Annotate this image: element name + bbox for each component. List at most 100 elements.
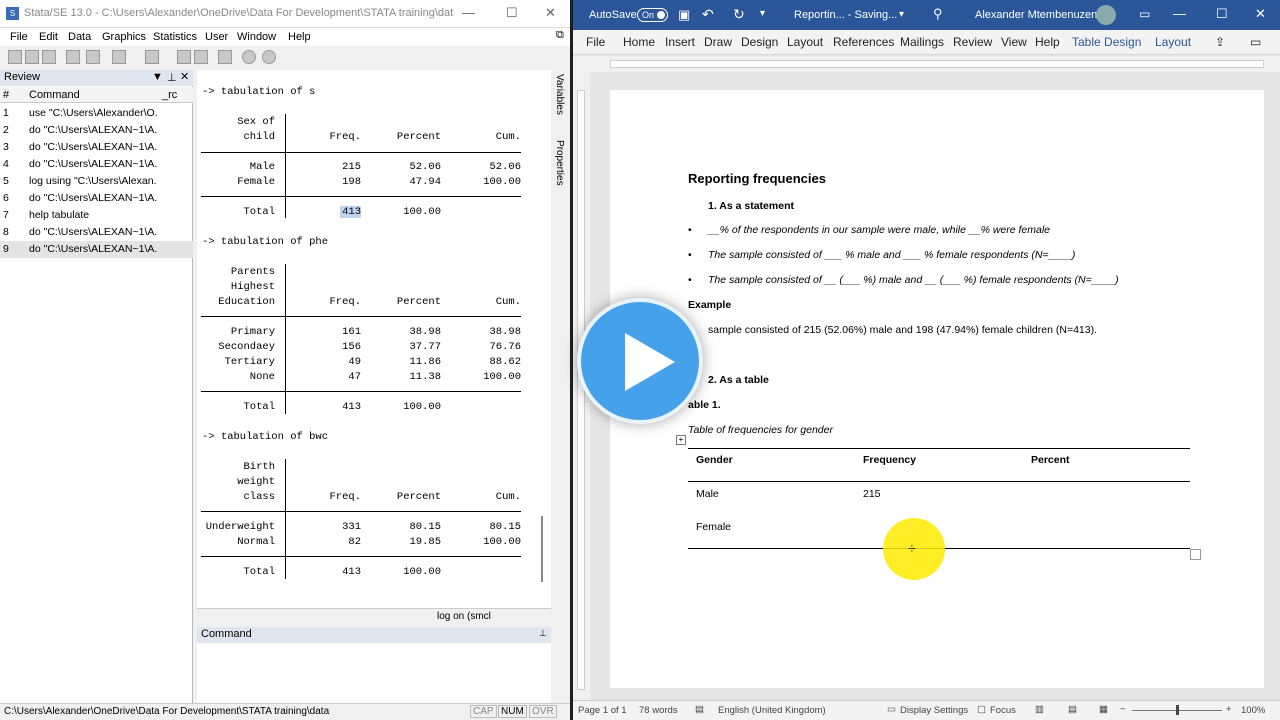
play-button[interactable] xyxy=(577,298,703,424)
total-freq-selected[interactable]: 413 xyxy=(340,206,361,218)
search-icon[interactable]: ⚲ xyxy=(933,6,943,22)
tab-table-design[interactable]: Table Design xyxy=(1072,35,1141,49)
ribbon-display-icon[interactable]: ▭ xyxy=(1139,7,1150,21)
redo-icon[interactable]: ↻ xyxy=(733,6,745,23)
review-row[interactable]: 7 help tabulate xyxy=(0,207,193,224)
zoom-level[interactable]: 100% xyxy=(1241,705,1265,716)
results-window[interactable]: -> tabulation of s Sex of child Freq. Pe… xyxy=(197,70,551,608)
proofing-icon[interactable]: ▤ xyxy=(695,704,704,715)
autosave-toggle[interactable]: On xyxy=(637,8,668,22)
zoom-in-icon[interactable]: + xyxy=(1226,704,1232,715)
table-cell[interactable]: Female xyxy=(696,521,731,533)
tab-view[interactable]: View xyxy=(1001,35,1027,49)
language[interactable]: English (United Kingdom) xyxy=(718,705,826,716)
menu-window[interactable]: Window xyxy=(237,31,276,43)
log-icon[interactable] xyxy=(66,50,80,64)
review-row[interactable]: 2 do "C:\Users\ALEXAN~1\A... xyxy=(0,122,193,139)
viewer-icon[interactable] xyxy=(86,50,100,64)
document-title[interactable]: Reportin... - Saving... xyxy=(794,9,897,21)
data-editor-icon[interactable] xyxy=(177,50,191,64)
horizontal-ruler[interactable] xyxy=(573,56,1280,72)
menu-edit[interactable]: Edit xyxy=(39,31,58,43)
tab-review[interactable]: Review xyxy=(953,35,992,49)
restore-icon[interactable]: ⧉ xyxy=(556,29,564,42)
command-input[interactable] xyxy=(197,643,551,703)
tab-insert[interactable]: Insert xyxy=(665,35,695,49)
review-row[interactable]: 5 log using "C:\Users\Alexan... xyxy=(0,173,193,190)
review-row[interactable]: 6 do "C:\Users\ALEXAN~1\A... xyxy=(0,190,193,207)
results-scrollbar[interactable] xyxy=(541,516,543,582)
col-number[interactable]: # xyxy=(3,89,9,101)
review-row[interactable]: 3 do "C:\Users\ALEXAN~1\A... xyxy=(0,139,193,156)
tab-design[interactable]: Design xyxy=(741,35,778,49)
close-panel-icon[interactable]: ✕ xyxy=(180,70,189,83)
pin-icon[interactable]: ⊥ xyxy=(539,628,547,639)
close-icon[interactable]: ✕ xyxy=(545,5,556,21)
save-icon[interactable] xyxy=(25,50,39,64)
col-rc[interactable]: _rc xyxy=(162,89,177,101)
data-browser-icon[interactable] xyxy=(194,50,208,64)
document-page[interactable]: Reporting frequencies 1. As a statement … xyxy=(610,90,1264,688)
page-count[interactable]: Page 1 of 1 xyxy=(578,705,627,716)
zoom-thumb[interactable] xyxy=(1176,705,1179,715)
variables-manager-icon[interactable] xyxy=(218,50,232,64)
menu-help[interactable]: Help xyxy=(288,31,311,43)
open-icon[interactable] xyxy=(8,50,22,64)
review-row[interactable]: 1 use "C:\Users\Alexander\O... xyxy=(0,105,193,122)
focus-mode[interactable]: Focus xyxy=(990,705,1016,716)
focus-icon[interactable]: ▢ xyxy=(977,704,986,715)
chevron-down-icon[interactable]: ▾ xyxy=(899,9,904,20)
share-icon[interactable]: ⇪ xyxy=(1215,35,1225,49)
total-percent: 100.00 xyxy=(403,566,441,578)
close-icon[interactable]: ✕ xyxy=(1255,6,1266,22)
display-settings-icon[interactable]: ▭ xyxy=(887,704,896,715)
minimize-icon[interactable]: — xyxy=(1173,6,1186,21)
print-layout-icon[interactable]: ▤ xyxy=(1068,704,1077,715)
tab-properties[interactable]: Properties xyxy=(554,140,565,186)
undo-icon[interactable]: ↶ xyxy=(702,6,714,23)
menu-user[interactable]: User xyxy=(205,31,228,43)
zoom-out-icon[interactable]: − xyxy=(1120,704,1126,715)
review-row[interactable]: 4 do "C:\Users\ALEXAN~1\A... xyxy=(0,156,193,173)
break-icon[interactable] xyxy=(262,50,276,64)
tab-draw[interactable]: Draw xyxy=(704,35,732,49)
web-layout-icon[interactable]: ▦ xyxy=(1099,704,1108,715)
word-count[interactable]: 78 words xyxy=(639,705,678,716)
tab-home[interactable]: Home xyxy=(623,35,655,49)
print-icon[interactable] xyxy=(42,50,56,64)
table-cell[interactable]: Male xyxy=(696,488,719,500)
col-command[interactable]: Command xyxy=(29,89,80,101)
customize-icon[interactable]: ▾ xyxy=(760,8,765,19)
menu-data[interactable]: Data xyxy=(68,31,91,43)
menu-statistics[interactable]: Statistics xyxy=(153,31,197,43)
tab-references[interactable]: References xyxy=(833,35,894,49)
tab-help[interactable]: Help xyxy=(1035,35,1060,49)
user-name[interactable]: Alexander Mtembenuzeni xyxy=(975,9,1100,21)
menu-file[interactable]: File xyxy=(10,31,28,43)
table-resize-handle[interactable] xyxy=(1190,549,1201,560)
minimize-icon[interactable]: — xyxy=(462,5,475,20)
comments-icon[interactable]: ▭ xyxy=(1250,35,1261,49)
menu-graphics[interactable]: Graphics xyxy=(102,31,146,43)
review-row[interactable]: 8 do "C:\Users\ALEXAN~1\A... xyxy=(0,224,193,241)
tab-layout[interactable]: Layout xyxy=(787,35,823,49)
display-settings[interactable]: Display Settings xyxy=(900,705,968,716)
table-cell[interactable]: 215 xyxy=(863,488,881,500)
save-icon[interactable]: ▣ xyxy=(678,7,690,23)
do-file-editor-icon[interactable] xyxy=(145,50,159,64)
tab-table-layout[interactable]: Layout xyxy=(1155,35,1191,49)
avatar[interactable] xyxy=(1096,5,1116,25)
graph-icon[interactable] xyxy=(112,50,126,64)
filter-icon[interactable]: ▼ xyxy=(152,71,163,83)
tab-mailings[interactable]: Mailings xyxy=(900,35,944,49)
table-move-handle-icon[interactable]: + xyxy=(676,435,686,445)
tab-variables[interactable]: Variables xyxy=(554,74,565,115)
more-icon[interactable] xyxy=(242,50,256,64)
maximize-icon[interactable]: ☐ xyxy=(506,5,518,21)
read-mode-icon[interactable]: ▥ xyxy=(1035,704,1044,715)
cell-label: Male xyxy=(249,161,275,173)
pin-icon[interactable]: ⊥ xyxy=(167,71,177,84)
maximize-icon[interactable]: ☐ xyxy=(1216,6,1228,22)
tab-file[interactable]: File xyxy=(586,35,605,49)
review-row-selected[interactable]: 9 do "C:\Users\ALEXAN~1\A... xyxy=(0,241,193,258)
